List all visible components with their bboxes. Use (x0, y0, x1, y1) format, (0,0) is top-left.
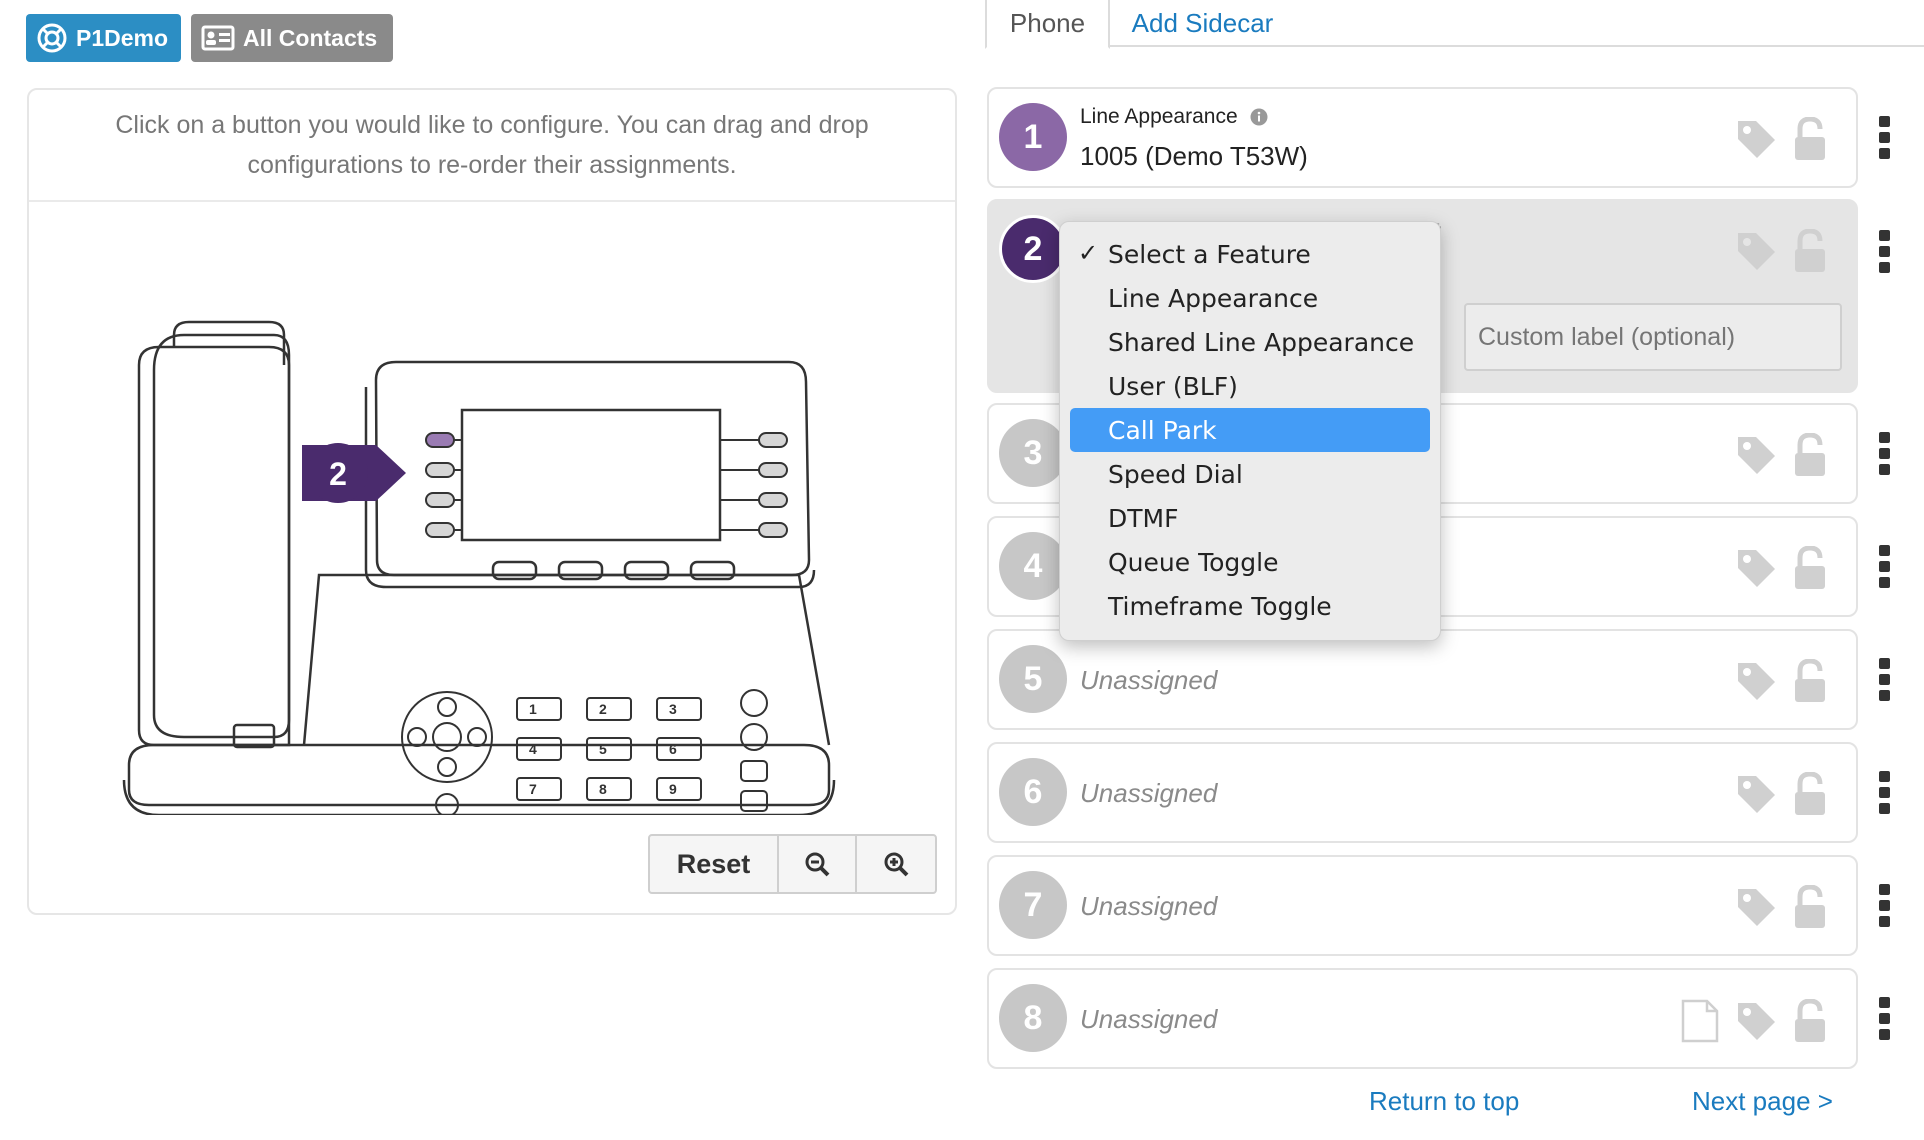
dropdown-option-shared-line-appearance[interactable]: Shared Line Appearance (1070, 320, 1430, 364)
row-menu-kebab-8[interactable] (1879, 997, 1893, 1045)
zoom-controls: Reset (648, 834, 937, 894)
key-4: 4 (529, 741, 537, 757)
line-row-5[interactable]: 5 Unassigned (987, 629, 1858, 730)
dropdown-option-select-a-feature[interactable]: ✓ Select a Feature (1070, 232, 1430, 276)
zoom-in-button[interactable] (857, 836, 935, 892)
dropdown-option-label: Line Appearance (1108, 283, 1319, 313)
info-icon[interactable] (1250, 108, 1268, 126)
lock-icon[interactable] (1792, 885, 1828, 929)
line-number-badge: 2 (999, 215, 1067, 283)
line-row-6[interactable]: 6 Unassigned (987, 742, 1858, 843)
tab-bar: Phone Add Sidecar (985, 0, 1924, 49)
key-9: 9 (669, 781, 677, 797)
line-row-8[interactable]: 8 Unassigned (987, 968, 1858, 1069)
line-number-badge: 4 (999, 532, 1067, 600)
row-menu-kebab-1[interactable] (1879, 116, 1893, 164)
key-8: 8 (599, 781, 607, 797)
row-menu-kebab-3[interactable] (1879, 432, 1893, 480)
dropdown-option-call-park[interactable]: Call Park (1070, 408, 1430, 452)
instructions-text: Click on a button you would like to conf… (29, 90, 955, 202)
line-number-badge: 5 (999, 645, 1067, 713)
lifebuoy-icon (37, 23, 67, 53)
tab-add-sidecar[interactable]: Add Sidecar (1125, 0, 1280, 47)
line-number-badge: 8 (999, 984, 1067, 1052)
row-menu-kebab-4[interactable] (1879, 545, 1893, 593)
org-badge-label: P1Demo (76, 24, 169, 51)
row-menu-kebab-5[interactable] (1879, 658, 1893, 706)
lock-icon[interactable] (1792, 117, 1828, 161)
tag-icon[interactable] (1734, 772, 1778, 816)
dropdown-option-label: Speed Dial (1108, 459, 1243, 489)
key-1: 1 (529, 701, 537, 717)
line-row-7[interactable]: 7 Unassigned (987, 855, 1858, 956)
dropdown-option-label: Select a Feature (1108, 239, 1311, 269)
dropdown-option-label: User (BLF) (1108, 371, 1238, 401)
dropdown-option-line-appearance[interactable]: Line Appearance (1070, 276, 1430, 320)
line-value: Unassigned (1080, 891, 1218, 921)
lock-icon[interactable] (1792, 999, 1828, 1043)
dropdown-option-label: Timeframe Toggle (1108, 591, 1332, 621)
lock-icon[interactable] (1792, 229, 1828, 273)
line-value: Unassigned (1080, 665, 1218, 695)
line-value: Unassigned (1080, 778, 1218, 808)
row-menu-kebab-7[interactable] (1879, 884, 1893, 932)
contact-card-icon (201, 25, 235, 51)
line-number-badge: 6 (999, 758, 1067, 826)
phone-preview-panel: Click on a button you would like to conf… (27, 88, 957, 915)
org-badge[interactable]: P1Demo (26, 14, 181, 62)
zoom-out-icon (805, 852, 830, 877)
desk-phone-illustration[interactable]: 1 2 3 4 5 6 7 8 9 *. 0 # 2 (109, 275, 869, 815)
lock-icon[interactable] (1792, 659, 1828, 703)
dropdown-option-label: Queue Toggle (1108, 547, 1279, 577)
key-3: 3 (669, 701, 677, 717)
lock-icon[interactable] (1792, 772, 1828, 816)
next-page-link[interactable]: Next page > (1692, 1086, 1833, 1117)
feature-dropdown-menu: ✓ Select a Feature Line Appearance Share… (1059, 221, 1441, 641)
all-contacts-button[interactable]: All Contacts (191, 14, 393, 62)
all-contacts-label: All Contacts (243, 24, 378, 51)
tag-icon[interactable] (1734, 433, 1778, 477)
line-type-label: Line Appearance (1080, 105, 1238, 128)
tag-icon[interactable] (1734, 229, 1778, 273)
dropdown-option-queue-toggle[interactable]: Queue Toggle (1070, 540, 1430, 584)
document-icon[interactable] (1680, 998, 1720, 1044)
checkmark-icon: ✓ (1078, 239, 1099, 267)
tag-icon[interactable] (1734, 885, 1778, 929)
key-5: 5 (599, 741, 607, 757)
tag-icon[interactable] (1734, 999, 1778, 1043)
line-row-1[interactable]: 1 Line Appearance 1005 (Demo T53W) (987, 87, 1858, 188)
dropdown-option-user-blf[interactable]: User (BLF) (1070, 364, 1430, 408)
key-2: 2 (599, 701, 607, 717)
dropdown-option-timeframe-toggle[interactable]: Timeframe Toggle (1070, 584, 1430, 628)
tag-icon[interactable] (1734, 659, 1778, 703)
key-7: 7 (529, 781, 537, 797)
dropdown-option-label: DTMF (1108, 503, 1179, 533)
dropdown-option-speed-dial[interactable]: Speed Dial (1070, 452, 1430, 496)
line-number-badge: 1 (999, 103, 1067, 171)
zoom-in-icon (884, 852, 909, 877)
row-menu-kebab-6[interactable] (1879, 771, 1893, 819)
zoom-out-button[interactable] (779, 836, 857, 892)
line-number-badge: 7 (999, 871, 1067, 939)
lock-icon[interactable] (1792, 433, 1828, 477)
key-6: 6 (669, 741, 677, 757)
custom-label-input[interactable] (1464, 303, 1842, 371)
reset-button[interactable]: Reset (650, 836, 779, 892)
dropdown-option-label: Shared Line Appearance (1108, 327, 1415, 357)
tab-phone[interactable]: Phone (985, 0, 1110, 49)
tag-icon[interactable] (1734, 117, 1778, 161)
dropdown-option-dtmf[interactable]: DTMF (1070, 496, 1430, 540)
line-value: Unassigned (1080, 1004, 1218, 1034)
dropdown-option-label: Call Park (1108, 415, 1217, 445)
tag-icon[interactable] (1734, 546, 1778, 590)
selected-key-marker: 2 (302, 443, 406, 503)
line-value: 1005 (Demo T53W) (1080, 141, 1308, 171)
lock-icon[interactable] (1792, 546, 1828, 590)
line-number-badge: 3 (999, 419, 1067, 487)
row-menu-kebab-2[interactable] (1879, 230, 1893, 278)
return-to-top-link[interactable]: Return to top (1369, 1086, 1519, 1117)
marker-number: 2 (329, 456, 347, 492)
